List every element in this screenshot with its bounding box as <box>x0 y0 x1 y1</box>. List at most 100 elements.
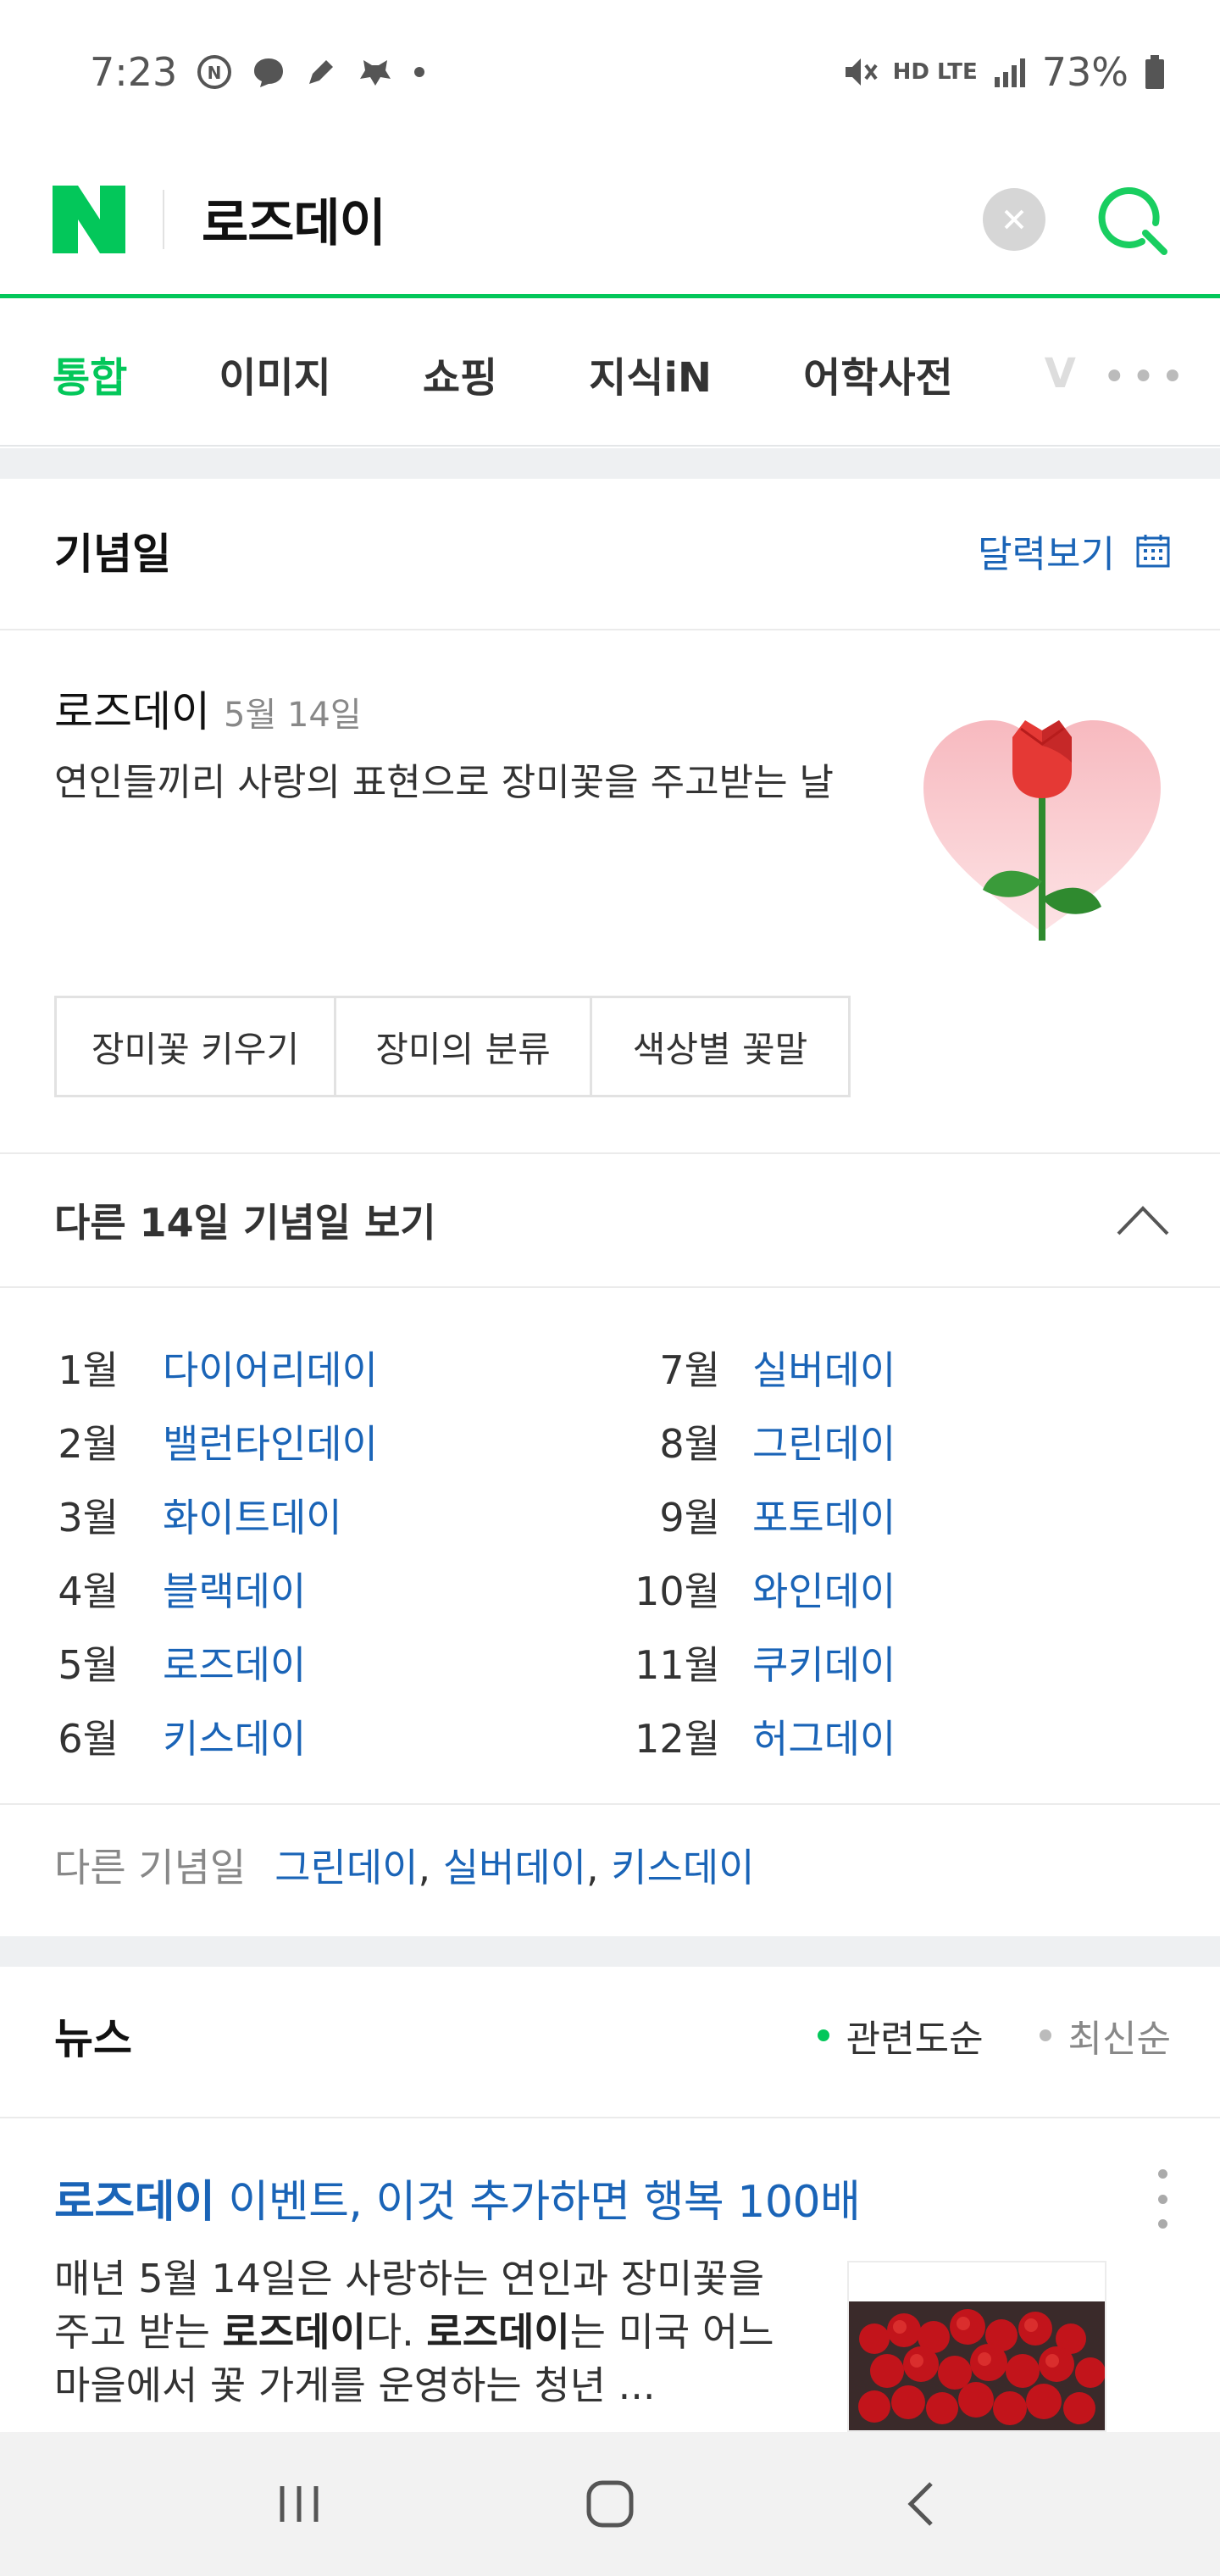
anniversary-link[interactable]: 허그데이 <box>752 1708 896 1764</box>
search-button[interactable] <box>1093 180 1171 258</box>
month-label: 7월 <box>659 1346 720 1393</box>
home-icon <box>586 2480 634 2528</box>
month-list-right: 7월 실버데이 8월 그린데이 9월 포토데이 10월 와인데이 11월 쿠키데이 12월… <box>618 1330 896 1773</box>
svg-text:N: N <box>208 63 222 83</box>
anniversary-date: 5월 14일 <box>224 696 362 735</box>
month-label: 6월 <box>58 1715 119 1762</box>
chip-rose-classification[interactable]: 장미의 분류 <box>336 998 592 1095</box>
anniversary-link[interactable]: 다이어리데이 <box>163 1340 378 1396</box>
chip-rose-growing[interactable]: 장미꽃 키우기 <box>57 998 336 1095</box>
calendar-view-link[interactable]: 달력보기 <box>978 524 1171 578</box>
month-label: 4월 <box>58 1568 119 1614</box>
other-14th-toggle[interactable]: 다른 14일 기념일 보기 <box>54 1186 1171 1254</box>
more-options-icon[interactable] <box>1154 2169 1171 2229</box>
month-label: 10월 <box>635 1568 720 1614</box>
divider <box>0 629 1220 630</box>
list-item: 7월 실버데이 <box>618 1330 896 1404</box>
list-item: 1월 다이어리데이 <box>54 1330 378 1404</box>
search-icon <box>1098 186 1167 255</box>
active-dot-icon <box>817 2029 829 2041</box>
logo-divider <box>163 189 164 249</box>
chat-bubble-icon <box>252 55 286 89</box>
month-label: 3월 <box>58 1494 119 1541</box>
month-label: 11월 <box>635 1641 720 1688</box>
other-anniversary-link[interactable]: 키스데이 <box>611 1845 754 1890</box>
anniversary-description: 연인들끼리 사랑의 표현으로 장미꽃을 주고받는 날 <box>54 761 835 804</box>
section-gap <box>0 1936 1220 1967</box>
sort-latest-button[interactable]: 최신순 <box>1039 2008 1171 2062</box>
divider <box>0 1803 1220 1805</box>
list-item: 9월 포토데이 <box>618 1478 896 1552</box>
sort-latest-label: 최신순 <box>1068 2018 1171 2061</box>
anniversary-link[interactable]: 키스데이 <box>163 1708 306 1764</box>
calendar-link-label: 달력보기 <box>978 533 1115 576</box>
tab-video[interactable]: V <box>1045 350 1079 397</box>
battery-percent: 73% <box>1041 49 1128 95</box>
other-anniversaries-links: 그린데이, 실버데이, 키스데이 <box>274 1845 755 1890</box>
anniversary-link[interactable]: 로즈데이 <box>163 1635 306 1690</box>
clear-search-button[interactable] <box>983 187 1045 251</box>
anniversary-link[interactable]: 블랙데이 <box>163 1561 306 1617</box>
status-time: 7:23 <box>90 49 178 95</box>
system-nav-bar <box>0 2432 1220 2576</box>
signal-icon <box>993 55 1027 89</box>
other-anniversary-link[interactable]: 그린데이 <box>274 1845 418 1890</box>
more-tabs-icon[interactable]: ••• <box>1102 353 1190 401</box>
chip-flower-language[interactable]: 색상별 꽃말 <box>592 998 848 1095</box>
other-anniversaries: 다른 기념일 그린데이, 실버데이, 키스데이 <box>54 1837 755 1893</box>
month-label: 2월 <box>58 1420 119 1467</box>
anniversary-link[interactable]: 포토데이 <box>752 1487 896 1543</box>
tab-knowledge-in[interactable]: 지식iN <box>589 344 712 403</box>
tab-dictionary[interactable]: 어학사전 <box>803 344 953 403</box>
news-thumbnail[interactable] <box>847 2261 1106 2432</box>
calendar-icon <box>1136 535 1170 568</box>
other-anniversary-link[interactable]: 실버데이 <box>443 1845 586 1890</box>
tab-shopping[interactable]: 쇼핑 <box>423 344 497 403</box>
sort-relevance-button[interactable]: 관련도순 <box>817 2008 984 2062</box>
status-bar: 7:23 N HD LTE 73% <box>0 0 1220 144</box>
news-sort: 관련도순 최신순 <box>817 2008 1171 2062</box>
back-button[interactable] <box>883 2466 959 2542</box>
anniversary-link[interactable]: 실버데이 <box>752 1340 896 1396</box>
anniversary-link[interactable]: 그린데이 <box>752 1413 896 1469</box>
naver-logo[interactable] <box>53 185 125 253</box>
list-item: 4월 블랙데이 <box>54 1552 378 1625</box>
snippet-text: 다. <box>365 2309 427 2355</box>
home-button[interactable] <box>572 2466 648 2542</box>
other-anniversaries-label: 다른 기념일 <box>54 1845 247 1890</box>
list-item: 8월 그린데이 <box>618 1404 896 1478</box>
search-header: 로즈데이 <box>0 144 1220 298</box>
mute-icon <box>840 53 878 91</box>
snippet-highlight: 로즈데이 <box>222 2309 366 2355</box>
recent-apps-icon <box>280 2486 319 2522</box>
anniversary-link[interactable]: 와인데이 <box>752 1561 896 1617</box>
recent-apps-button[interactable] <box>261 2466 337 2542</box>
anniversary-title: 로즈데이 5월 14일 <box>54 678 362 739</box>
month-label: 12월 <box>635 1715 720 1762</box>
news-article-snippet: 매년 5월 14일은 사랑하는 연인과 장미꽃을 주고 받는 로즈데이다. 로즈… <box>54 2252 800 2412</box>
related-chips: 장미꽃 키우기 장미의 분류 색상별 꽃말 <box>54 996 851 1097</box>
tab-images[interactable]: 이미지 <box>219 344 330 403</box>
list-item: 10월 와인데이 <box>618 1552 896 1625</box>
search-input[interactable]: 로즈데이 <box>202 182 983 256</box>
divider <box>0 1152 1220 1154</box>
section-gap <box>0 448 1220 479</box>
month-list-left: 1월 다이어리데이 2월 밸런타인데이 3월 화이트데이 4월 블랙데이 5월 로즈데이 … <box>54 1330 378 1773</box>
back-icon <box>907 2482 933 2526</box>
news-article-title[interactable]: 로즈데이 이벤트, 이것 추가하면 행복 100배 <box>54 2166 861 2229</box>
snippet-highlight: 로즈데이 <box>426 2309 570 2355</box>
anniversary-header: 기념일 달력보기 <box>54 517 1171 585</box>
anniversary-link[interactable]: 화이트데이 <box>163 1487 342 1543</box>
search-tabs: 통합 이미지 쇼핑 지식iN 어학사전 V ••• <box>0 303 1220 447</box>
other-14th-title: 다른 14일 기념일 보기 <box>54 1200 436 1246</box>
list-item: 12월 허그데이 <box>618 1699 896 1773</box>
tab-integrated[interactable]: 통합 <box>53 344 127 403</box>
news-section-title: 뉴스 <box>54 2014 132 2063</box>
month-label: 9월 <box>659 1494 720 1541</box>
rose-heart-illustration <box>915 695 1169 949</box>
anniversary-link[interactable]: 쿠키데이 <box>752 1635 896 1690</box>
list-item: 11월 쿠키데이 <box>618 1625 896 1699</box>
anniversary-name: 로즈데이 <box>54 687 210 736</box>
news-title-highlight: 로즈데이 <box>54 2177 215 2228</box>
anniversary-link[interactable]: 밸런타인데이 <box>163 1413 378 1469</box>
